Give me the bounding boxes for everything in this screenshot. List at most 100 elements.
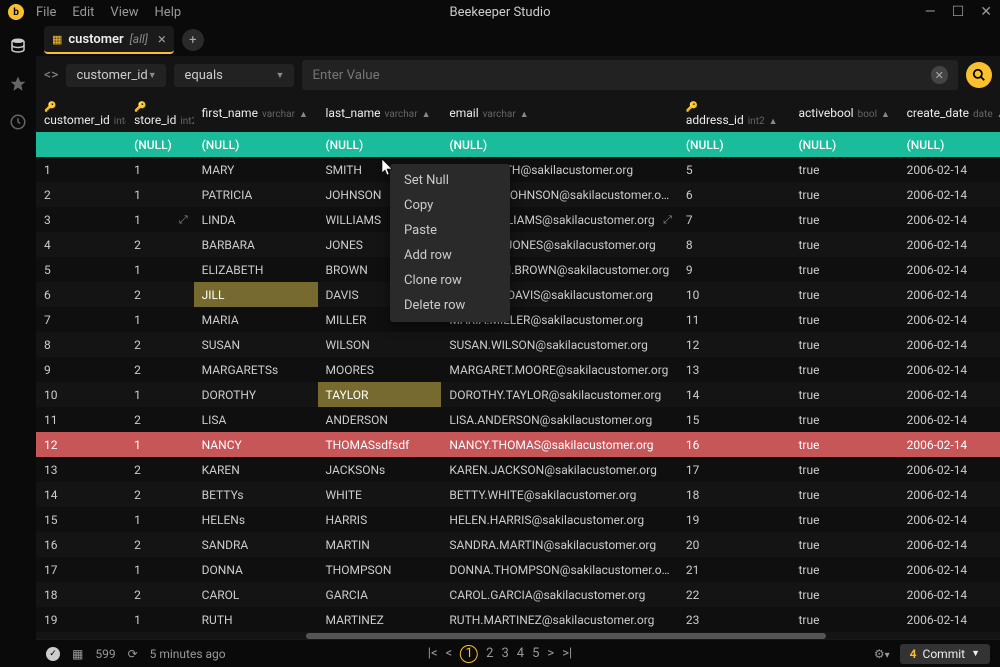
column-header-address_id[interactable]: 🔑address_idint2▲ (678, 94, 791, 132)
table-row[interactable]: 142BETTYsWHITEBETTY.WHITE@sakilacustomer… (36, 482, 1000, 507)
cell[interactable]: KAREN (194, 457, 318, 482)
menu-view[interactable]: View (110, 5, 138, 20)
context-menu-item[interactable]: Delete row (390, 293, 510, 318)
page-2[interactable]: 2 (486, 646, 493, 661)
cell[interactable]: RUTH.MARTINEZ@sakilacustomer.org (441, 607, 677, 632)
cell[interactable]: 2006-02-14 (899, 532, 1000, 557)
table-row[interactable]: 132KARENJACKSONsKAREN.JACKSON@sakilacust… (36, 457, 1000, 482)
commit-button[interactable]: 4 Commit ▼ (900, 644, 990, 664)
null-cell[interactable] (36, 132, 126, 157)
cell[interactable]: BETTYs (194, 482, 318, 507)
cell[interactable]: 5 (36, 257, 126, 282)
cell[interactable]: 11 (36, 407, 126, 432)
null-row[interactable]: (NULL)(NULL)(NULL)(NULL)(NULL)(NULL)(NUL… (36, 132, 1000, 157)
cell[interactable]: 2 (126, 407, 194, 432)
table-row[interactable]: 151HELENsHARRISHELEN.HARRIS@sakilacustom… (36, 507, 1000, 532)
cell[interactable]: ANDERSON (318, 407, 442, 432)
cell[interactable]: 12 (678, 332, 791, 357)
cell[interactable]: 21 (678, 557, 791, 582)
cell[interactable]: 2006-02-14 (899, 407, 1000, 432)
cell[interactable]: WILSON (318, 332, 442, 357)
cell[interactable]: 2 (126, 482, 194, 507)
refresh-icon[interactable]: ⟳ (128, 647, 138, 661)
cell[interactable]: true (790, 407, 898, 432)
null-cell[interactable]: (NULL) (318, 132, 442, 157)
column-header-email[interactable]: emailvarchar▲ (441, 94, 677, 132)
cell[interactable]: 2 (126, 282, 194, 307)
close-tab-icon[interactable]: × (158, 30, 166, 48)
cell[interactable]: 1 (126, 507, 194, 532)
filter-op-select[interactable]: equals▼ (174, 64, 294, 87)
star-icon[interactable] (8, 74, 28, 94)
cell[interactable]: PATRICIA (194, 182, 318, 207)
cell[interactable]: 22 (678, 582, 791, 607)
maximize-button[interactable]: ☐ (952, 4, 965, 20)
context-menu-item[interactable]: Add row (390, 243, 510, 268)
cell[interactable]: 18 (36, 582, 126, 607)
cell[interactable]: true (790, 432, 898, 457)
page-3[interactable]: 3 (501, 646, 508, 661)
cell[interactable]: 6 (678, 182, 791, 207)
page-5[interactable]: 5 (532, 646, 539, 661)
cell[interactable]: NANCY (194, 432, 318, 457)
cell[interactable]: 2 (126, 532, 194, 557)
cell[interactable]: 1 (126, 157, 194, 182)
table-row[interactable]: 51ELIZABETHBROWNELIZABETH.BROWN@sakilacu… (36, 257, 1000, 282)
column-header-customer_id[interactable]: 🔑customer_idint4▲ (36, 94, 126, 132)
page-next[interactable]: > (547, 646, 554, 661)
cell[interactable]: 2006-02-14 (899, 432, 1000, 457)
cell[interactable]: true (790, 382, 898, 407)
cell[interactable]: 4 (36, 232, 126, 257)
cell[interactable]: 2006-02-14 (899, 282, 1000, 307)
cell[interactable]: 6 (36, 282, 126, 307)
cell[interactable]: 18 (678, 482, 791, 507)
horizontal-scrollbar[interactable] (306, 633, 826, 639)
cell[interactable]: 2006-02-14 (899, 332, 1000, 357)
cell[interactable]: 15 (36, 507, 126, 532)
table-row[interactable]: 71MARIAMILLERMARIA.MILLER@sakilacustomer… (36, 307, 1000, 332)
table-row[interactable]: 112LISAANDERSONLISA.ANDERSON@sakilacusto… (36, 407, 1000, 432)
cell[interactable]: 17 (36, 557, 126, 582)
cell[interactable]: true (790, 182, 898, 207)
cell[interactable]: CAROL.GARCIA@sakilacustomer.org (441, 582, 677, 607)
table-row[interactable]: 31⤢LINDAWILLIAMSLINDA.WILLIAMS@sakilacus… (36, 207, 1000, 232)
cell[interactable]: 2006-02-14 (899, 182, 1000, 207)
column-header-create_date[interactable]: create_datedate▲ (899, 94, 1000, 132)
null-cell[interactable]: (NULL) (899, 132, 1000, 157)
cell[interactable]: true (790, 282, 898, 307)
minimize-button[interactable]: — (925, 4, 936, 20)
cell[interactable]: 2006-02-14 (899, 457, 1000, 482)
cell[interactable]: 2006-02-14 (899, 632, 1000, 639)
add-tab-button[interactable]: + (182, 29, 204, 51)
null-cell[interactable]: (NULL) (194, 132, 318, 157)
cell[interactable]: HELENs (194, 507, 318, 532)
cell[interactable]: 10 (36, 382, 126, 407)
page-1[interactable]: 1 (460, 645, 478, 663)
cell[interactable]: true (790, 482, 898, 507)
cell[interactable]: 20 (678, 532, 791, 557)
cell[interactable]: true (790, 532, 898, 557)
close-button[interactable]: ✕ (980, 4, 992, 20)
cell[interactable]: HELEN.HARRIS@sakilacustomer.org (441, 507, 677, 532)
cell[interactable]: 2006-02-14 (899, 557, 1000, 582)
cell[interactable]: 2 (126, 582, 194, 607)
cell[interactable]: 9 (678, 257, 791, 282)
cell[interactable]: 1 (126, 182, 194, 207)
cell[interactable]: SUSAN.WILSON@sakilacustomer.org (441, 332, 677, 357)
table-row[interactable]: 82SUSANWILSONSUSAN.WILSON@sakilacustomer… (36, 332, 1000, 357)
cell[interactable]: 2006-02-14 (899, 582, 1000, 607)
cell[interactable]: 2 (126, 332, 194, 357)
table-row[interactable]: 171DONNATHOMPSONDONNA.THOMPSON@sakilacus… (36, 557, 1000, 582)
cell[interactable]: true (790, 582, 898, 607)
cell[interactable]: 1 (126, 557, 194, 582)
cell[interactable]: SUSAN (194, 332, 318, 357)
cell[interactable]: DOROTHY (194, 382, 318, 407)
cell[interactable]: 2006-02-14 (899, 207, 1000, 232)
cell[interactable]: MARTIN (318, 532, 442, 557)
cell[interactable]: 2006-02-14 (899, 607, 1000, 632)
data-grid[interactable]: 🔑customer_idint4▲🔑store_idint2▲first_nam… (36, 94, 1000, 639)
cell[interactable]: JACKSONs (318, 457, 442, 482)
cell[interactable]: 2006-02-14 (899, 157, 1000, 182)
column-header-first_name[interactable]: first_namevarchar▲ (194, 94, 318, 132)
cell[interactable]: MARTINEZ (318, 607, 442, 632)
